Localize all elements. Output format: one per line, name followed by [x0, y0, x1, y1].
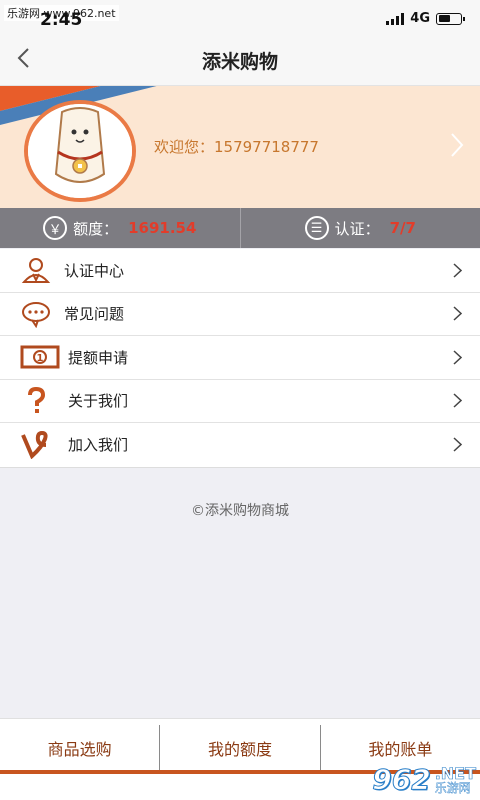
chevron-right-icon	[453, 393, 462, 408]
logo-number: 962	[372, 763, 431, 797]
tab-my-quota[interactable]: 我的额度	[159, 725, 319, 771]
auth-stat: ☰ 认证： 7/7	[239, 208, 480, 248]
chevron-right-icon	[453, 263, 462, 278]
menu-item-auth-center[interactable]: 认证中心	[0, 249, 480, 293]
chat-icon	[22, 301, 50, 328]
menu-label-raise-quota: 提额申请	[68, 348, 129, 367]
site-logo: 962 .NET 乐游网	[372, 763, 477, 797]
stats-bar: ￥ 额度： 1691.54 ☰ 认证： 7/7	[0, 208, 480, 248]
battery-icon	[436, 12, 465, 25]
list-icon: ☰	[304, 216, 329, 240]
menu-item-join-us[interactable]: 加入我们	[0, 423, 480, 467]
chevron-right-icon	[453, 437, 462, 452]
nav-bar: 添米购物	[0, 30, 480, 86]
chevron-right-icon	[453, 306, 462, 321]
status-indicators: 4G	[386, 11, 465, 26]
network-type: 4G	[410, 11, 430, 26]
menu-list: 认证中心 常见问题 1 提额申请 关于我们 加入我们	[0, 249, 480, 468]
status-bar: 乐游网 www.962.net 2:45 4G	[0, 0, 480, 30]
copyright-text: ©添米购物商城	[191, 503, 289, 519]
tab-shop[interactable]: 商品选购	[0, 725, 159, 771]
auth-value: 7/7	[389, 219, 416, 237]
logo-cn: 乐游网	[434, 780, 471, 795]
profile-header[interactable]: 欢迎您：15797718777	[0, 86, 480, 208]
question-icon	[28, 386, 46, 413]
menu-label-auth-center: 认证中心	[64, 261, 125, 280]
svg-text:1: 1	[37, 353, 44, 364]
user-icon	[21, 258, 51, 284]
menu-item-faq[interactable]: 常见问题	[0, 293, 480, 336]
menu-label-faq: 常见问题	[64, 305, 125, 324]
logo-net: .NET	[434, 763, 476, 783]
quota-label: 额度：	[73, 219, 119, 238]
welcome-text: 欢迎您：15797718777	[154, 138, 319, 156]
signal-icon	[386, 12, 405, 25]
menu-item-raise-quota[interactable]: 1 提额申请	[0, 336, 480, 380]
menu-label-about-us: 关于我们	[68, 392, 129, 411]
quota-stat: ￥ 额度： 1691.54	[0, 208, 240, 248]
yen-icon: ￥	[43, 216, 68, 240]
chevron-right-icon	[453, 350, 462, 365]
menu-item-about-us[interactable]: 关于我们	[0, 380, 480, 423]
vine-icon	[21, 430, 48, 459]
page-title: 添米购物	[201, 51, 278, 73]
chevron-right-icon	[451, 133, 464, 157]
money-icon: 1	[20, 345, 60, 369]
avatar[interactable]	[24, 100, 136, 202]
auth-label: 认证：	[334, 219, 380, 238]
quota-value: 1691.54	[128, 219, 197, 237]
rice-mascot-icon	[28, 104, 132, 198]
menu-label-join-us: 加入我们	[68, 436, 129, 455]
tab-bar: 商品选购 我的额度 我的账单 962 .NET 乐游网	[0, 718, 480, 800]
status-time: 2:45	[40, 10, 83, 30]
